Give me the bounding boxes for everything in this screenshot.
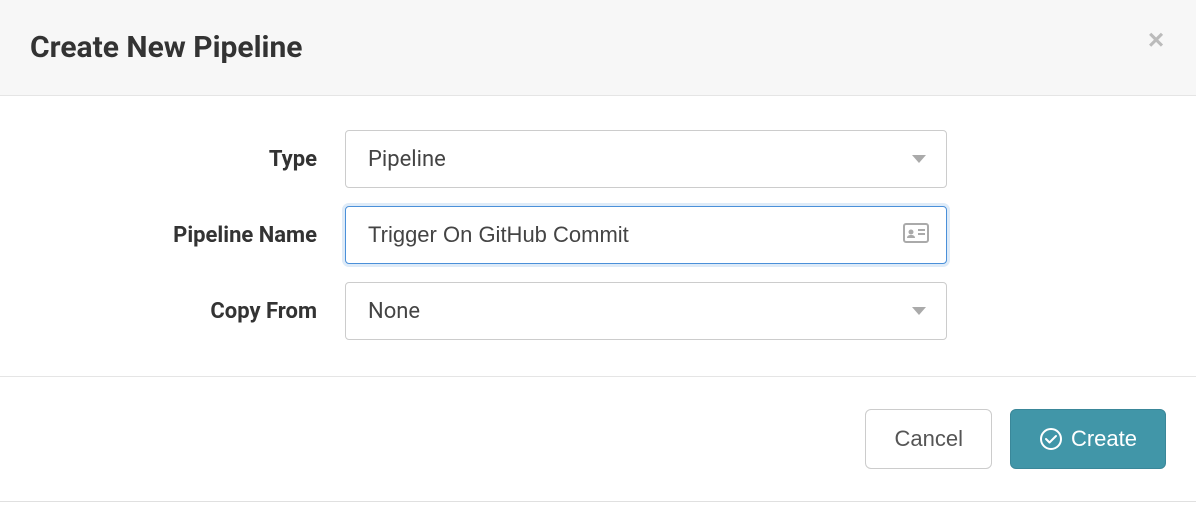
- form-row-pipeline-name: Pipeline Name: [30, 206, 1166, 264]
- modal-title: Create New Pipeline: [30, 30, 1166, 65]
- cancel-button-label: Cancel: [894, 426, 962, 452]
- type-select[interactable]: Pipeline: [345, 130, 947, 188]
- copy-from-label: Copy From: [30, 299, 345, 324]
- create-pipeline-modal: Create New Pipeline × Type Pipeline Pipe…: [0, 0, 1196, 502]
- pipeline-name-input-wrap: [345, 206, 947, 264]
- id-card-icon: [903, 223, 929, 247]
- close-button[interactable]: ×: [1140, 24, 1172, 56]
- pipeline-name-input[interactable]: [345, 206, 947, 264]
- form-row-type: Type Pipeline: [30, 130, 1166, 188]
- create-button-label: Create: [1071, 426, 1137, 452]
- modal-footer: Cancel Create: [0, 376, 1196, 501]
- close-icon: ×: [1148, 24, 1164, 55]
- copy-from-select-value: None: [368, 299, 420, 324]
- type-select-wrap: Pipeline: [345, 130, 947, 188]
- pipeline-name-label: Pipeline Name: [30, 223, 345, 248]
- chevron-down-icon: [912, 307, 926, 315]
- type-select-value: Pipeline: [368, 147, 446, 172]
- chevron-down-icon: [912, 155, 926, 163]
- type-label: Type: [30, 147, 345, 172]
- modal-header: Create New Pipeline ×: [0, 0, 1196, 96]
- cancel-button[interactable]: Cancel: [865, 409, 991, 469]
- modal-body: Type Pipeline Pipeline Name: [0, 96, 1196, 376]
- copy-from-select-wrap: None: [345, 282, 947, 340]
- form-row-copy-from: Copy From None: [30, 282, 1166, 340]
- copy-from-select[interactable]: None: [345, 282, 947, 340]
- create-button[interactable]: Create: [1010, 409, 1166, 469]
- check-circle-icon: [1039, 427, 1063, 451]
